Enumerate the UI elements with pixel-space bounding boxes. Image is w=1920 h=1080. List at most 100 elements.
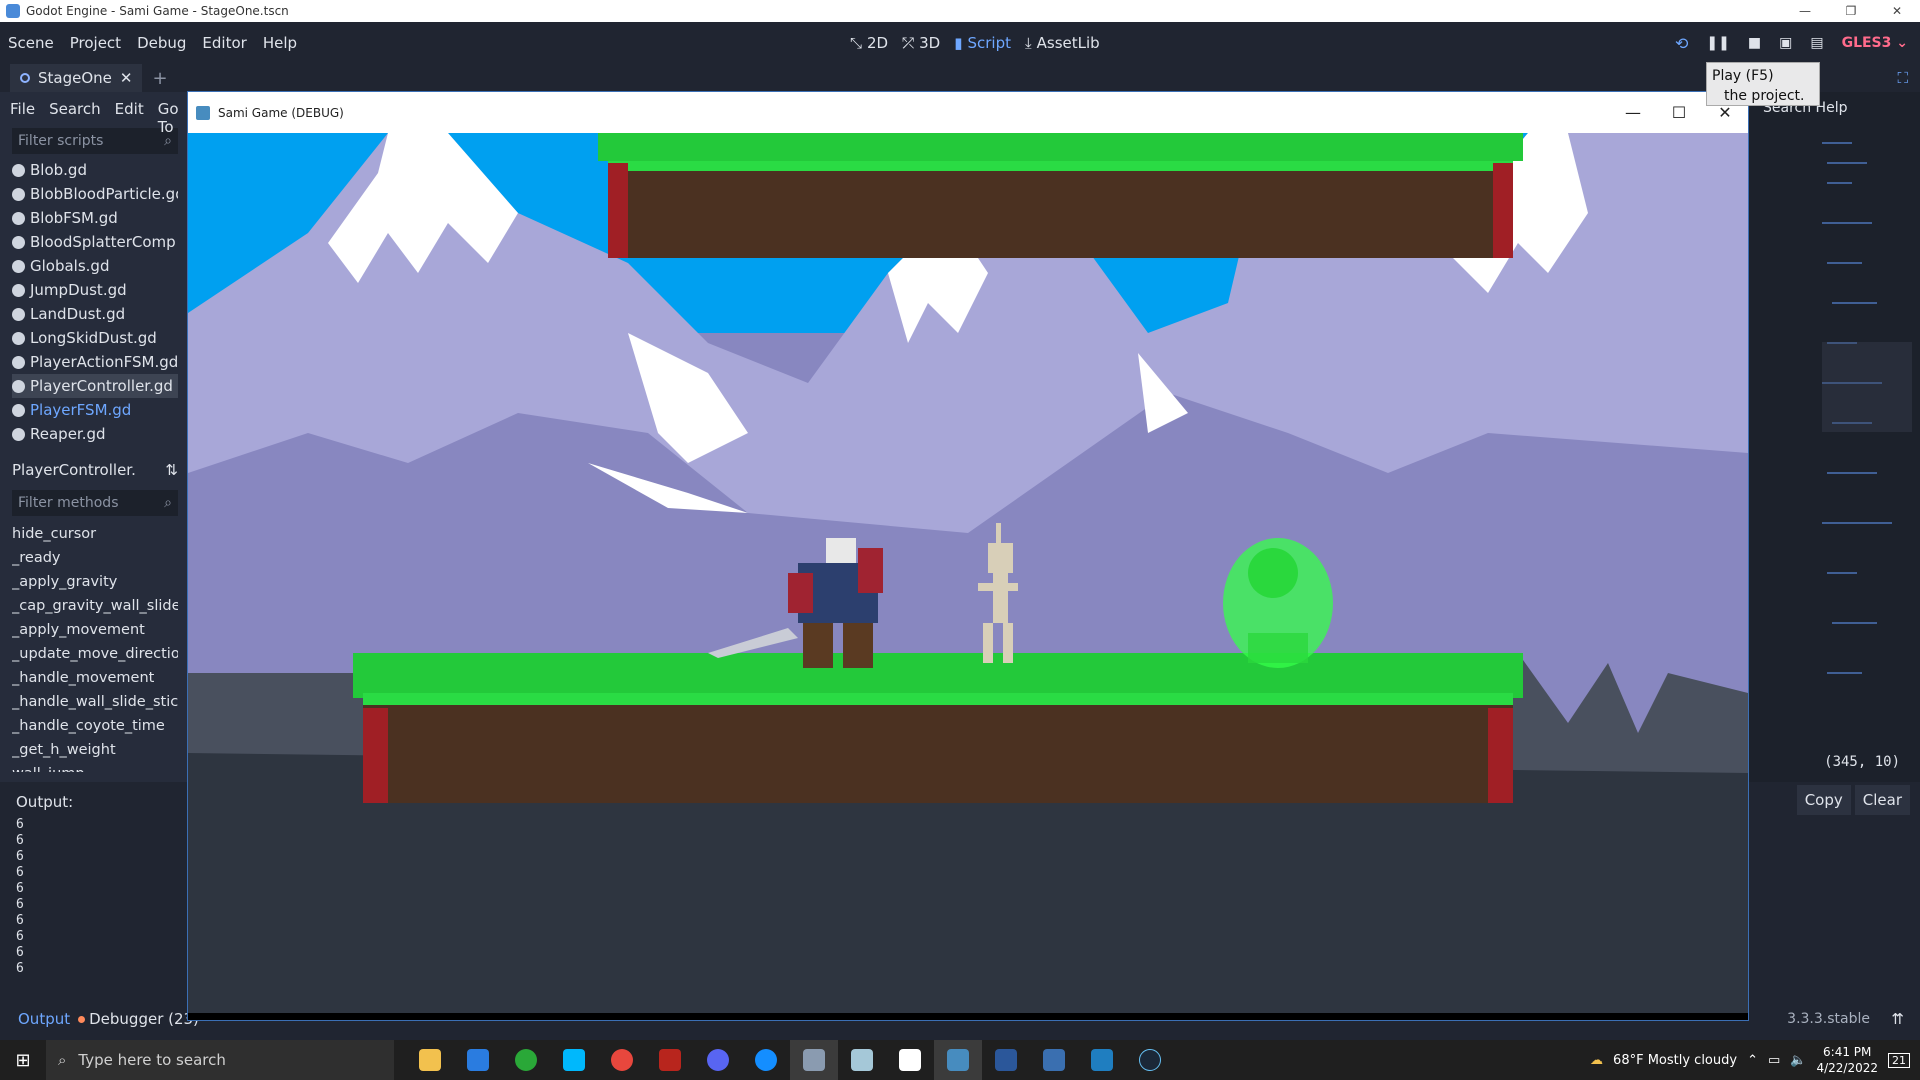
- script-item-label: Reaper.gd: [30, 425, 106, 443]
- method-item[interactable]: _handle_wall_slide_sticky: [12, 690, 178, 714]
- script-item[interactable]: BloodSplatterComp: [12, 230, 178, 254]
- close-tab-icon[interactable]: ✕: [120, 69, 133, 87]
- mode-script-label: Script: [967, 34, 1011, 52]
- script-menu-file[interactable]: File: [10, 100, 35, 118]
- notes-icon[interactable]: [838, 1040, 886, 1080]
- method-item[interactable]: _update_move_direction: [12, 642, 178, 666]
- minimap-graphic[interactable]: [1747, 122, 1920, 722]
- sort-icon[interactable]: ⇅: [165, 461, 178, 479]
- script-menu-goto[interactable]: Go To: [158, 100, 180, 136]
- script-item[interactable]: JumpDust.gd: [12, 278, 178, 302]
- method-item[interactable]: _handle_movement: [12, 666, 178, 690]
- script-item[interactable]: LandDust.gd: [12, 302, 178, 326]
- tab-output[interactable]: Output: [0, 1010, 78, 1028]
- weather-text[interactable]: 68°F Mostly cloudy: [1613, 1053, 1737, 1068]
- file-explorer-icon[interactable]: [406, 1040, 454, 1080]
- weather-icon[interactable]: ☁: [1590, 1053, 1603, 1068]
- distraction-free-icon[interactable]: ⛶: [1897, 69, 1908, 87]
- mode-script-button[interactable]: ▮ Script: [954, 34, 1011, 52]
- close-icon[interactable]: ✕: [1874, 0, 1920, 22]
- tooltip-line2: the project.: [1724, 88, 1805, 104]
- main-screen-modes: ⤡ 2D ⤱ 3D ▮ Script ⤓ AssetLib: [850, 34, 1100, 52]
- system-tray: ☁ 68°F Mostly cloudy ⌃ ▭ 🔈 6:41 PM 4/22/…: [1590, 1040, 1920, 1080]
- method-item[interactable]: wall_jump: [12, 762, 178, 772]
- tray-chevron-icon[interactable]: ⌃: [1747, 1053, 1758, 1068]
- stop-icon[interactable]: ■: [1748, 35, 1761, 51]
- method-item[interactable]: _ready: [12, 546, 178, 570]
- chrome-icon[interactable]: [598, 1040, 646, 1080]
- method-item[interactable]: hide_cursor: [12, 522, 178, 546]
- photos-icon[interactable]: [1078, 1040, 1126, 1080]
- scene-tabs: StageOne ✕ + ⛶: [0, 64, 1920, 92]
- volume-icon[interactable]: 🔈: [1790, 1053, 1806, 1068]
- scene-tab-stageone[interactable]: StageOne ✕: [10, 64, 143, 92]
- add-tab-icon[interactable]: +: [152, 68, 167, 89]
- filter-scripts-input[interactable]: Filter scripts ⌕: [12, 128, 178, 154]
- copy-button[interactable]: Copy: [1796, 785, 1851, 815]
- menu-scene[interactable]: Scene: [0, 34, 62, 52]
- menu-debug[interactable]: Debug: [129, 34, 194, 52]
- script-item[interactable]: PlayerFSM.gd: [12, 398, 178, 422]
- renderer-select[interactable]: GLES3 ⌄: [1842, 35, 1908, 51]
- script-panel: File Search Edit Go To Filter scripts ⌕ …: [0, 92, 190, 782]
- script-item[interactable]: PlayerActionFSM.gd: [12, 350, 178, 374]
- calculator-icon[interactable]: [1030, 1040, 1078, 1080]
- word-icon[interactable]: [982, 1040, 1030, 1080]
- clock[interactable]: 6:41 PM 4/22/2022: [1816, 1044, 1878, 1076]
- logitech-icon[interactable]: [550, 1040, 598, 1080]
- battlenet-icon[interactable]: [742, 1040, 790, 1080]
- play-icon[interactable]: ⟲: [1675, 34, 1688, 53]
- script-item[interactable]: PlayerController.gd: [12, 374, 178, 398]
- method-item[interactable]: _get_h_weight: [12, 738, 178, 762]
- mail-icon[interactable]: [454, 1040, 502, 1080]
- method-item[interactable]: _apply_gravity: [12, 570, 178, 594]
- menu-help[interactable]: Help: [255, 34, 305, 52]
- play-tooltip: Play (F5) the project.: [1706, 62, 1820, 106]
- script-item[interactable]: Blob.gd: [12, 158, 178, 182]
- method-header: PlayerController. ⇅: [12, 456, 178, 484]
- pin-panel-icon[interactable]: ⇈: [1891, 1010, 1904, 1028]
- method-item[interactable]: _cap_gravity_wall_slide: [12, 594, 178, 618]
- steam-icon[interactable]: [1126, 1040, 1174, 1080]
- scene-tab-label: StageOne: [38, 69, 112, 87]
- image-viewer-icon[interactable]: [790, 1040, 838, 1080]
- minimize-icon[interactable]: —: [1610, 92, 1656, 133]
- mode-assetlib-button[interactable]: ⤓ AssetLib: [1025, 34, 1100, 52]
- game-viewport[interactable]: [188, 133, 1748, 1013]
- script-menu-search[interactable]: Search: [49, 100, 101, 118]
- taskbar-search[interactable]: ⌕ Type here to search: [46, 1040, 394, 1080]
- play-custom-scene-icon[interactable]: ▤: [1810, 35, 1823, 51]
- xbox-icon[interactable]: [502, 1040, 550, 1080]
- output-log: 6666666666: [16, 817, 24, 977]
- notification-icon[interactable]: 21: [1888, 1052, 1910, 1068]
- start-button[interactable]: ⊞: [0, 1040, 46, 1080]
- script-menu-edit[interactable]: Edit: [115, 100, 144, 118]
- minimize-icon[interactable]: —: [1782, 0, 1828, 22]
- network-icon[interactable]: ▭: [1768, 1053, 1780, 1068]
- filter-methods-input[interactable]: Filter methods ⌕: [12, 490, 178, 516]
- tab-debugger[interactable]: Debugger (23): [78, 1010, 199, 1028]
- mode-3d-button[interactable]: ⤱ 3D: [902, 34, 940, 52]
- method-item[interactable]: _handle_coyote_time: [12, 714, 178, 738]
- clear-button[interactable]: Clear: [1854, 785, 1910, 815]
- menu-project[interactable]: Project: [62, 34, 129, 52]
- script-item[interactable]: Globals.gd: [12, 254, 178, 278]
- mode-2d-button[interactable]: ⤡ 2D: [850, 34, 888, 52]
- script-item[interactable]: Reaper.gd: [12, 422, 178, 446]
- restore-icon[interactable]: ❐: [1828, 0, 1874, 22]
- maximize-icon[interactable]: ☐: [1656, 92, 1702, 133]
- node2d-icon: [20, 73, 30, 83]
- play-scene-icon[interactable]: ▣: [1779, 35, 1792, 51]
- game-controller-icon[interactable]: [886, 1040, 934, 1080]
- gear-icon: [12, 283, 25, 297]
- method-item[interactable]: _apply_movement: [12, 618, 178, 642]
- gear-icon: [12, 403, 25, 417]
- pause-icon[interactable]: ❚❚: [1706, 35, 1729, 51]
- script-item[interactable]: LongSkidDust.gd: [12, 326, 178, 350]
- discord-icon[interactable]: [694, 1040, 742, 1080]
- script-item[interactable]: BlobFSM.gd: [12, 206, 178, 230]
- menu-editor[interactable]: Editor: [194, 34, 254, 52]
- dota-icon[interactable]: [646, 1040, 694, 1080]
- script-item[interactable]: BlobBloodParticle.gd: [12, 182, 178, 206]
- godot-taskbar-icon[interactable]: [934, 1040, 982, 1080]
